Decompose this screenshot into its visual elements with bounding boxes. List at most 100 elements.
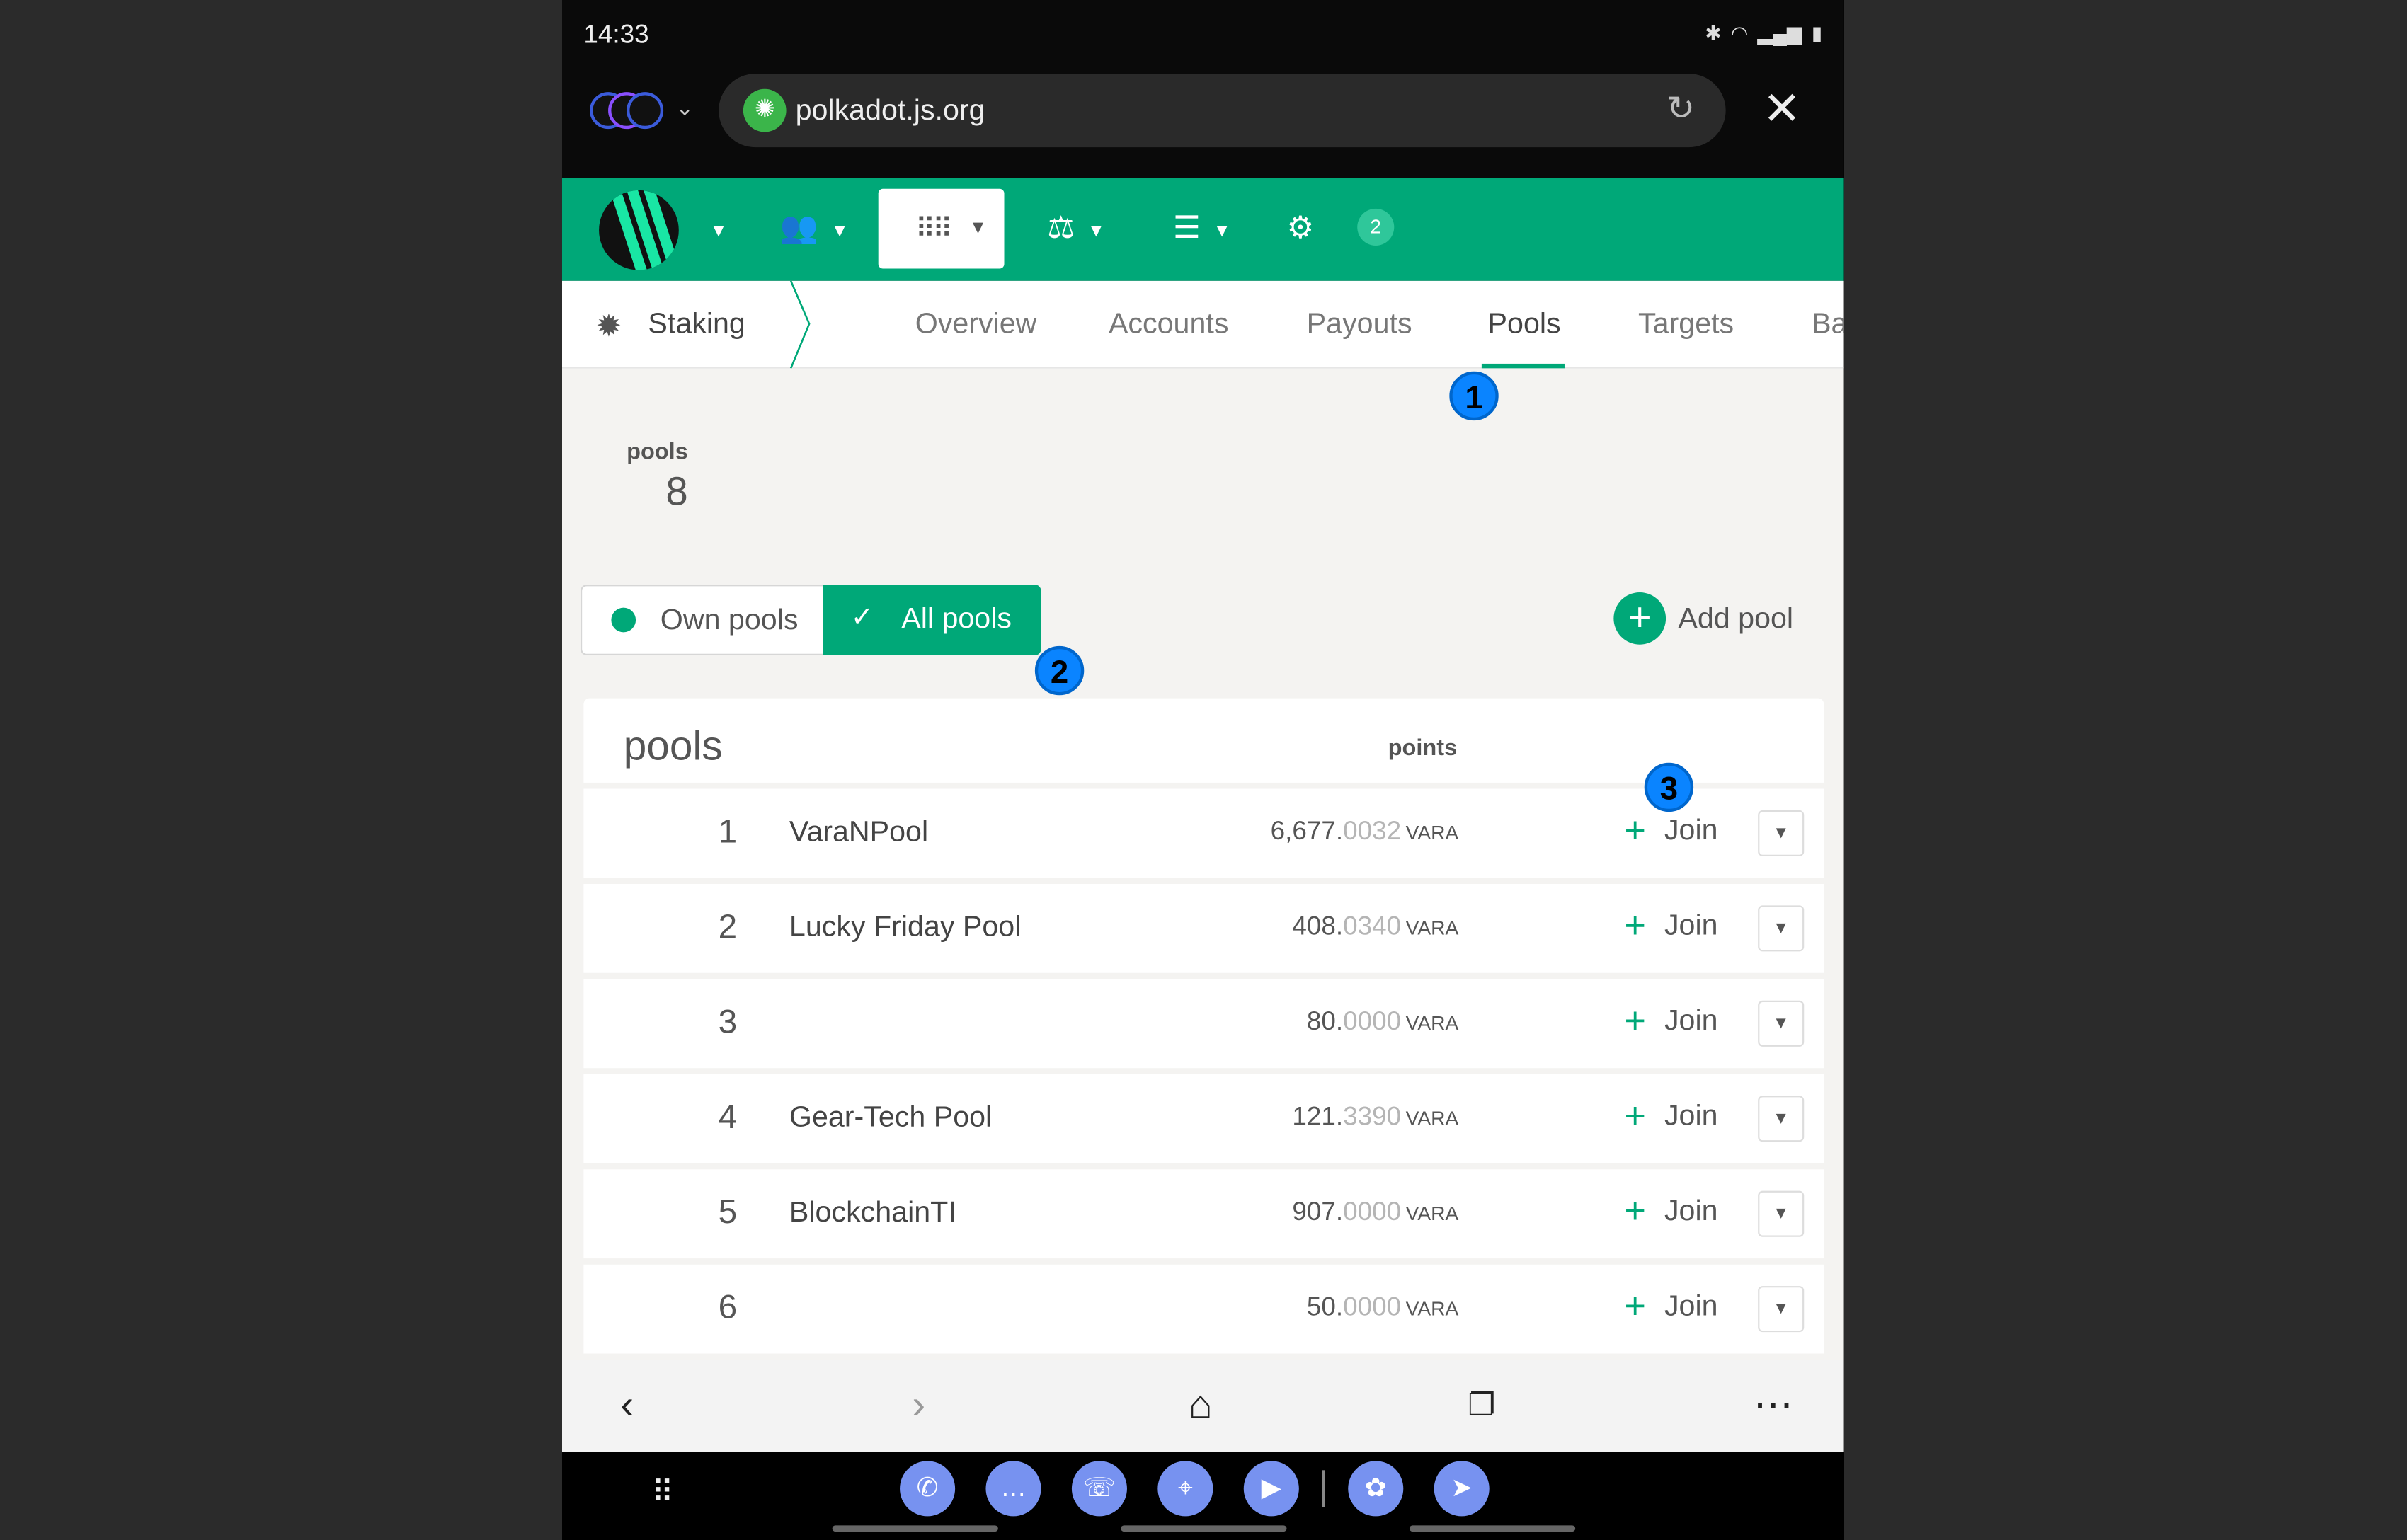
gallery-app-icon[interactable]: ✿	[1348, 1461, 1404, 1517]
settings-menu[interactable]: ⚙	[1286, 209, 1314, 247]
row-expand-button[interactable]: ▼	[1758, 905, 1805, 952]
check-icon: ✓	[850, 602, 874, 633]
add-pool-label: Add pool	[1678, 603, 1794, 636]
pool-name: Lucky Friday Pool	[789, 912, 1022, 944]
points-fraction: 0032	[1343, 816, 1402, 846]
play-store-app-icon[interactable]: ▶	[1243, 1461, 1299, 1517]
table-header: pools points	[583, 698, 1824, 783]
all-pools-button[interactable]: ✓ All pools	[823, 585, 1041, 655]
radio-dot-icon	[611, 607, 636, 633]
telegram-app-icon[interactable]: ➤	[1434, 1461, 1490, 1517]
phone-screen: 14:33 ✱ ◠ ▂▄▆ ▮ ⌄ ✺ polkadot.js.org ↻ ✕ …	[562, 0, 1844, 1540]
join-button[interactable]: + Join	[1625, 905, 1718, 948]
points-unit: VARA	[1405, 821, 1459, 844]
chain-dropdown-icon[interactable]: ▼	[697, 212, 728, 247]
plus-icon: +	[1624, 905, 1646, 947]
pool-points: 408.0340 VARA	[1292, 912, 1458, 942]
join-button[interactable]: + Join	[1625, 1001, 1718, 1044]
tab-favicon-icon	[627, 92, 664, 130]
plus-icon: +	[1624, 1190, 1646, 1233]
signal-icon: ▂▄▆	[1757, 21, 1802, 45]
row-expand-button[interactable]: ▼	[1758, 810, 1805, 856]
row-expand-button[interactable]: ▼	[1758, 1096, 1805, 1142]
staking-icon: ✹	[595, 310, 622, 344]
join-label: Join	[1664, 1195, 1718, 1228]
whatsapp-app-icon[interactable]: ☏	[1071, 1461, 1127, 1517]
own-pools-button[interactable]: Own pools	[582, 586, 823, 653]
step-marker-2: 2	[1034, 645, 1085, 696]
url-text: polkadot.js.org	[795, 95, 985, 127]
developer-menu[interactable]: ☰ ▼	[1173, 209, 1231, 247]
maps-app-icon[interactable]: ⌖	[1157, 1461, 1213, 1517]
pool-points: 907.0000 VARA	[1292, 1197, 1458, 1227]
governance-icon: ⚖	[1047, 212, 1075, 246]
tabs-icon[interactable]: ❐	[1468, 1386, 1495, 1424]
phone-app-icon[interactable]: ✆	[900, 1461, 956, 1517]
forward-icon[interactable]: ›	[912, 1381, 925, 1429]
database-icon: ☰	[1173, 212, 1201, 246]
pool-points: 80.0000 VARA	[1307, 1006, 1458, 1037]
tab-targets[interactable]: Targets	[1638, 309, 1734, 343]
points-unit: VARA	[1405, 1201, 1459, 1225]
plus-icon: +	[1624, 1096, 1646, 1137]
accounts-menu[interactable]: 👥 ▼	[780, 209, 849, 247]
main-content: pools 8 Own pools ✓ All pools + Add pool…	[562, 368, 1844, 1360]
nav-pill	[832, 1525, 998, 1532]
status-icons: ✱ ◠ ▂▄▆ ▮	[1705, 21, 1822, 46]
battery-icon: ▮	[1811, 21, 1823, 45]
tab-overview[interactable]: Overview	[915, 309, 1037, 343]
tab-bags[interactable]: Ba	[1812, 309, 1844, 343]
nav-pill	[1409, 1525, 1576, 1532]
points-integer: 80.	[1306, 1006, 1344, 1036]
notification-badge[interactable]: 2	[1357, 208, 1395, 246]
table-row: 4 Gear-Tech Pool 121.3390 VARA + Join ▼	[583, 1074, 1824, 1163]
reload-icon[interactable]: ↻	[1666, 89, 1695, 129]
tab-switcher[interactable]: ⌄	[590, 89, 697, 132]
plus-icon: +	[1624, 1286, 1646, 1328]
table-title: pools	[623, 723, 723, 769]
points-fraction: 0340	[1343, 912, 1402, 941]
points-integer: 6,677.	[1270, 816, 1344, 846]
governance-menu[interactable]: ⚖ ▼	[1047, 209, 1105, 247]
browser-bar: ⌄ ✺ polkadot.js.org ↻ ✕	[562, 74, 1844, 178]
plus-icon: +	[1624, 810, 1646, 852]
pool-points: 6,677.0032 VARA	[1271, 817, 1459, 847]
row-expand-button[interactable]: ▼	[1758, 1000, 1805, 1047]
nav-pill	[1121, 1525, 1287, 1532]
home-icon[interactable]: ⌂	[1189, 1381, 1213, 1429]
points-integer: 50.	[1306, 1292, 1344, 1321]
step-marker-1: 1	[1449, 371, 1499, 421]
table-row: 6 50.0000 VARA + Join ▼	[583, 1264, 1824, 1354]
tab-accounts[interactable]: Accounts	[1109, 309, 1228, 343]
points-fraction: 0000	[1343, 1006, 1402, 1036]
section-title: Staking	[648, 308, 745, 341]
plus-icon: +	[1613, 592, 1666, 645]
points-integer: 121.	[1292, 1101, 1344, 1132]
row-expand-button[interactable]: ▼	[1758, 1286, 1805, 1333]
tab-payouts[interactable]: Payouts	[1307, 309, 1412, 343]
join-button[interactable]: + Join	[1625, 1096, 1718, 1139]
table-row: 5 BlockchainTI 907.0000 VARA + Join ▼	[583, 1169, 1824, 1259]
app-drawer-icon[interactable]: ⠿	[651, 1473, 674, 1512]
points-fraction: 0000	[1343, 1292, 1402, 1321]
join-button[interactable]: + Join	[1625, 1191, 1718, 1234]
summary-value: 8	[665, 468, 688, 515]
points-fraction: 0000	[1343, 1197, 1402, 1226]
back-icon[interactable]: ‹	[620, 1381, 634, 1429]
tab-pools[interactable]: Pools	[1488, 309, 1561, 343]
pool-points: 121.3390 VARA	[1292, 1102, 1458, 1132]
more-icon[interactable]: ⋯	[1754, 1381, 1793, 1429]
messages-app-icon[interactable]: …	[985, 1461, 1041, 1517]
table-row: 3 80.0000 VARA + Join ▼	[583, 979, 1824, 1069]
join-button[interactable]: + Join	[1625, 810, 1718, 854]
chevron-down-icon: ▼	[968, 216, 988, 239]
close-icon[interactable]: ✕	[1763, 83, 1802, 137]
address-bar[interactable]: ✺ polkadot.js.org ↻	[719, 74, 1726, 148]
network-menu[interactable]: ⠿⠿ ▼	[878, 188, 1005, 269]
chain-logo[interactable]	[599, 190, 679, 270]
pool-index: 5	[718, 1192, 738, 1231]
row-expand-button[interactable]: ▼	[1758, 1190, 1805, 1237]
status-bar: 14:33 ✱ ◠ ▂▄▆ ▮	[562, 0, 1844, 74]
join-button[interactable]: + Join	[1625, 1286, 1718, 1329]
pool-name: VaraNPool	[789, 816, 929, 849]
